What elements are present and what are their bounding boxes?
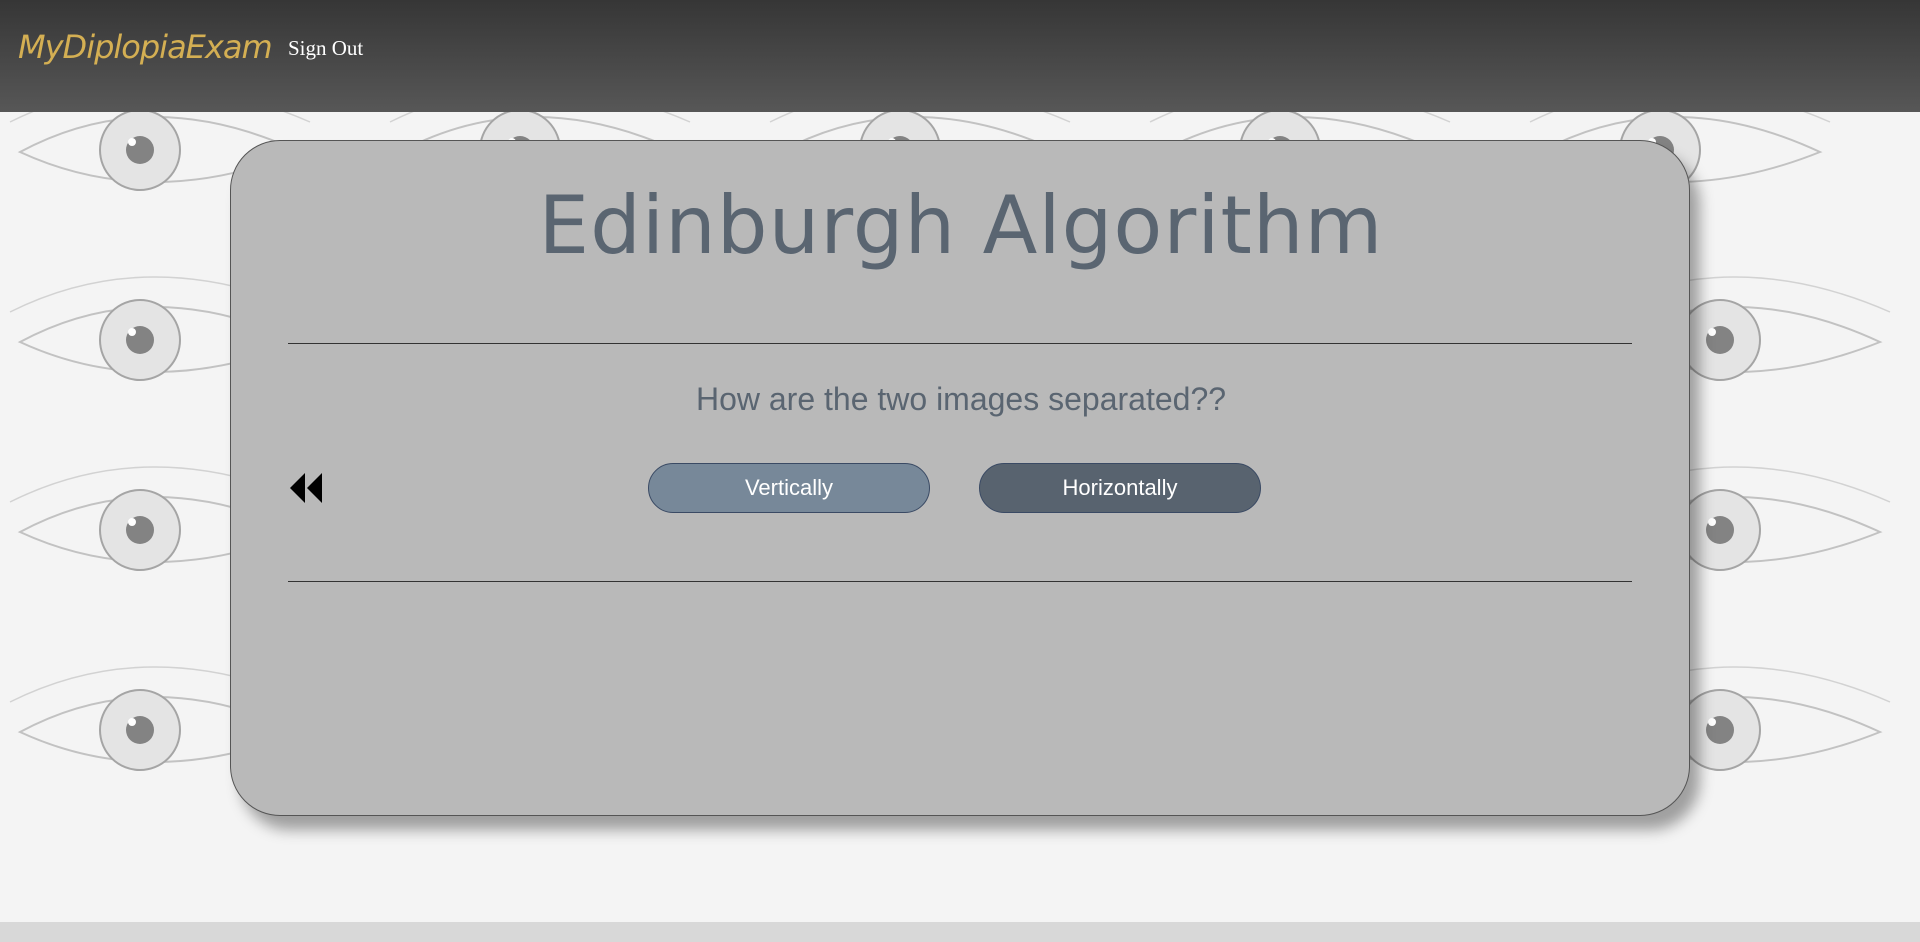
brand-logo-link[interactable]: MyDiplopiaExam xyxy=(18,28,273,66)
rewind-icon xyxy=(290,473,322,503)
sign-out-link[interactable]: Sign Out xyxy=(288,36,363,61)
vertically-button[interactable]: Vertically xyxy=(648,463,930,513)
bottom-divider xyxy=(288,581,1632,582)
top-divider xyxy=(288,343,1632,344)
back-button[interactable] xyxy=(289,471,323,505)
question-text: How are the two images separated?? xyxy=(695,381,1227,417)
top-navbar: MyDiplopiaExam Sign Out xyxy=(0,0,1920,112)
horizontally-button[interactable]: Horizontally xyxy=(979,463,1261,513)
page-title: Edinburgh Algorithm xyxy=(538,179,1384,272)
algorithm-card: Edinburgh Algorithm How are the two imag… xyxy=(230,140,1690,816)
